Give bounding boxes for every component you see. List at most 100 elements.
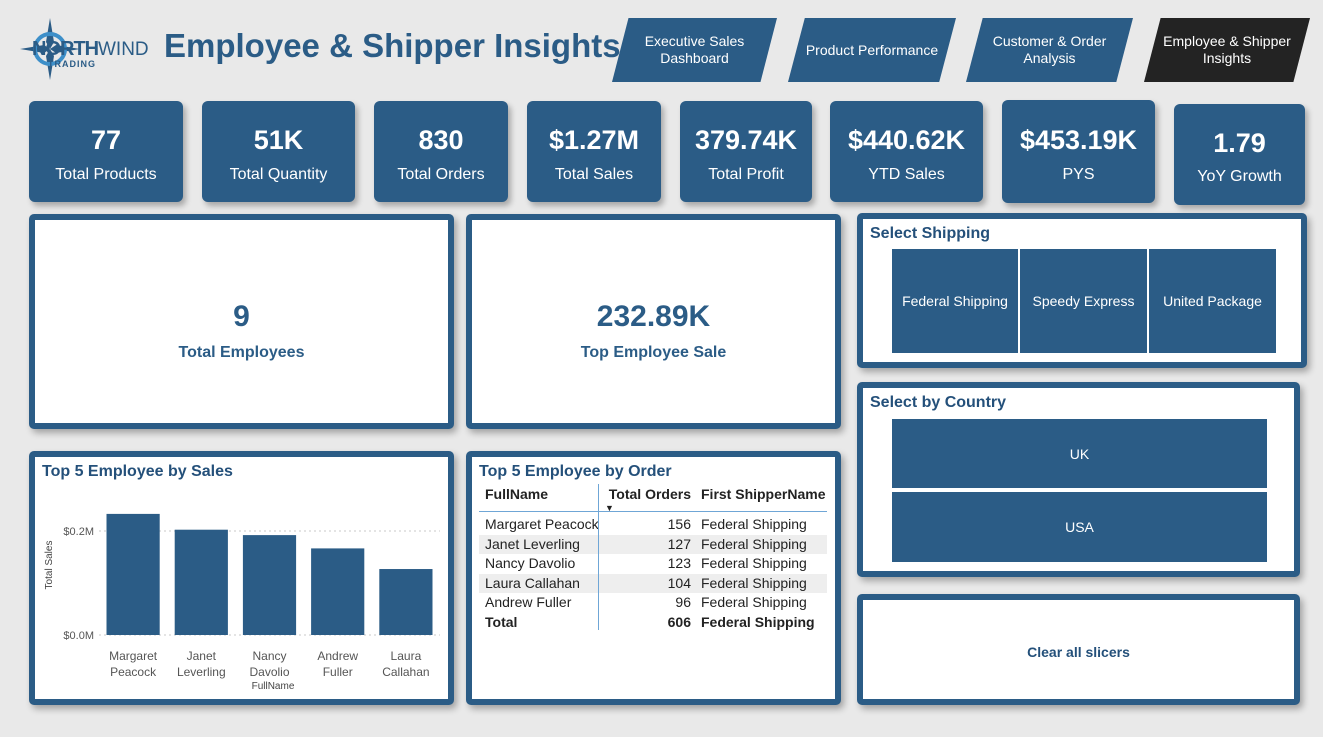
card-value: 232.89K: [596, 300, 711, 333]
card-label: Total Employees: [178, 344, 305, 361]
kpi-yoy-growth: 1.79 YoY Growth: [1174, 104, 1305, 205]
kpi-ytd-sales: $440.62K YTD Sales: [830, 101, 983, 202]
kpi-total-orders: 830 Total Orders: [374, 101, 508, 202]
x-tick-label: Margaret: [109, 649, 158, 663]
tab-label: Executive Sales Dashboard: [644, 33, 745, 66]
cell-name: Margaret Peacock: [485, 516, 599, 532]
kpi-label: PYS: [1062, 166, 1095, 183]
x-tick-label: Andrew: [317, 649, 358, 663]
cell-orders: 104: [667, 574, 691, 591]
logo-trading-text: TRADING: [48, 59, 96, 69]
bar-janet-leverling[interactable]: [174, 529, 228, 635]
cell-orders: 96: [675, 594, 691, 611]
cell-name: Nancy Davolio: [485, 555, 576, 572]
table-row[interactable]: Nancy Davolio 123 Federal Shipping: [479, 554, 827, 574]
slicer-title: Select Shipping: [870, 225, 991, 242]
tab-product-performance[interactable]: Product Performance: [788, 18, 956, 82]
column-divider: [598, 484, 599, 630]
cell-total-shipper: Federal Shipping: [701, 613, 815, 630]
cell-shipper: Federal Shipping: [701, 535, 807, 552]
bar-nancy-davolio[interactable]: [242, 535, 297, 635]
cell-orders: 127: [667, 535, 691, 552]
kpi-label: Total Profit: [708, 166, 784, 183]
kpi-value: $453.19K: [1019, 125, 1138, 155]
card-value: 9: [233, 300, 250, 333]
table-row[interactable]: Laura Callahan 104 Federal Shipping: [479, 573, 827, 594]
slicer-option-speedy-express[interactable]: Speedy Express: [1020, 249, 1147, 353]
kpi-total-profit: 379.74K Total Profit: [680, 101, 812, 202]
kpi-total-sales: $1.27M Total Sales: [527, 101, 661, 202]
sales-bar-chart: $0.0M $0.2M Margaret Peacock Janet Leverling…: [44, 513, 440, 692]
orders-table: FullName Total Orders First ShipperName …: [479, 484, 827, 633]
card-label: Top Employee Sale: [580, 344, 727, 361]
kpi-value: 830: [418, 125, 464, 155]
kpi-total-quantity: 51K Total Quantity: [202, 101, 355, 202]
bar-laura-callahan[interactable]: [379, 569, 433, 635]
table-header-row: FullName Total Orders First ShipperName …: [479, 484, 827, 513]
tab-label: Product Performance: [805, 41, 939, 58]
table-title: Top 5 Employee by Order: [479, 463, 672, 480]
cell-total-label: Total: [485, 613, 518, 630]
table-row[interactable]: Janet Leverling 127 Federal Shipping: [479, 534, 827, 555]
bar-andrew-fuller[interactable]: [311, 548, 365, 635]
kpi-value: 1.79: [1213, 128, 1266, 158]
kpi-value: $1.27M: [548, 125, 640, 155]
logo-north-text: NORTH: [32, 38, 99, 60]
kpi-label: Total Products: [55, 166, 157, 183]
page-title: Employee & Shipper Insights: [164, 27, 621, 64]
kpi-label: Total Orders: [397, 166, 485, 183]
cell-shipper: Federal Shipping: [701, 594, 807, 611]
cell-name: Andrew Fuller: [485, 594, 572, 611]
tab-employee-shipper[interactable]: Employee & Shipper Insights: [1144, 18, 1310, 82]
x-tick-label: Davolio: [249, 665, 289, 679]
total-employees-card: 9 Total Employees: [29, 214, 454, 429]
x-axis-label: FullName: [252, 681, 295, 692]
x-tick-label: Laura: [391, 649, 422, 663]
slicer-option-uk[interactable]: UK: [892, 419, 1267, 488]
kpi-value: 379.74K: [694, 125, 798, 155]
y-tick-label: $0.2M: [63, 526, 94, 538]
slicer-option-federal-shipping[interactable]: Federal Shipping: [892, 249, 1018, 353]
kpi-label: YTD Sales: [868, 166, 945, 183]
kpi-pys: $453.19K PYS: [1002, 100, 1155, 203]
tab-label: Customer & Order Analysis: [992, 33, 1107, 66]
x-tick-label: Nancy: [252, 649, 286, 663]
tab-label: Employee & Shipper Insights: [1163, 33, 1291, 66]
table-row[interactable]: Andrew Fuller 96 Federal Shipping: [479, 593, 827, 613]
y-axis-label: Total Sales: [44, 541, 55, 590]
cell-shipper: Federal Shipping: [701, 555, 807, 572]
kpi-total-products: 77 Total Products: [29, 101, 183, 202]
x-tick-label: Leverling: [177, 665, 226, 679]
kpi-label: Total Sales: [554, 166, 634, 183]
x-tick-label: Callahan: [382, 665, 429, 679]
table-total-row: Total 606 Federal Shipping: [479, 613, 827, 633]
bar-margaret-peacock[interactable]: [106, 513, 160, 635]
y-tick-label: $0.0M: [63, 630, 94, 642]
clear-slicers-label: Clear all slicers: [1027, 644, 1130, 660]
slicer-option-united-package[interactable]: United Package: [1149, 249, 1276, 353]
cell-total-orders: 606: [667, 613, 691, 630]
x-tick-label: Peacock: [110, 665, 157, 679]
cell-shipper: Federal Shipping: [701, 574, 807, 591]
table-row[interactable]: Margaret Peacock 156 Federal Shipping: [479, 515, 827, 535]
tab-customer-order[interactable]: Customer & Order Analysis: [966, 18, 1133, 82]
kpi-label: Total Quantity: [229, 166, 328, 183]
x-tick-label: Fuller: [323, 665, 353, 679]
cell-orders: 123: [667, 555, 691, 572]
cell-shipper: Federal Shipping: [701, 516, 807, 532]
x-tick-label: Janet: [187, 649, 217, 663]
cell-name: Laura Callahan: [485, 574, 580, 591]
kpi-value: 51K: [253, 125, 304, 155]
kpi-value: $440.62K: [847, 125, 966, 155]
tab-executive-sales[interactable]: Executive Sales Dashboard: [612, 18, 777, 82]
cell-name: Janet Leverling: [485, 535, 580, 552]
column-header-shipper[interactable]: First ShipperName: [701, 484, 825, 504]
cell-orders: 156: [667, 516, 691, 532]
clear-slicers-button[interactable]: Clear all slicers: [857, 594, 1300, 705]
slicer-title: Select by Country: [870, 394, 1007, 411]
top-employee-sale-card: 232.89K Top Employee Sale: [466, 214, 841, 429]
column-header-fullname[interactable]: FullName: [485, 484, 548, 504]
kpi-label: YoY Growth: [1197, 168, 1282, 185]
kpi-value: 77: [90, 125, 122, 155]
slicer-option-usa[interactable]: USA: [892, 492, 1267, 562]
